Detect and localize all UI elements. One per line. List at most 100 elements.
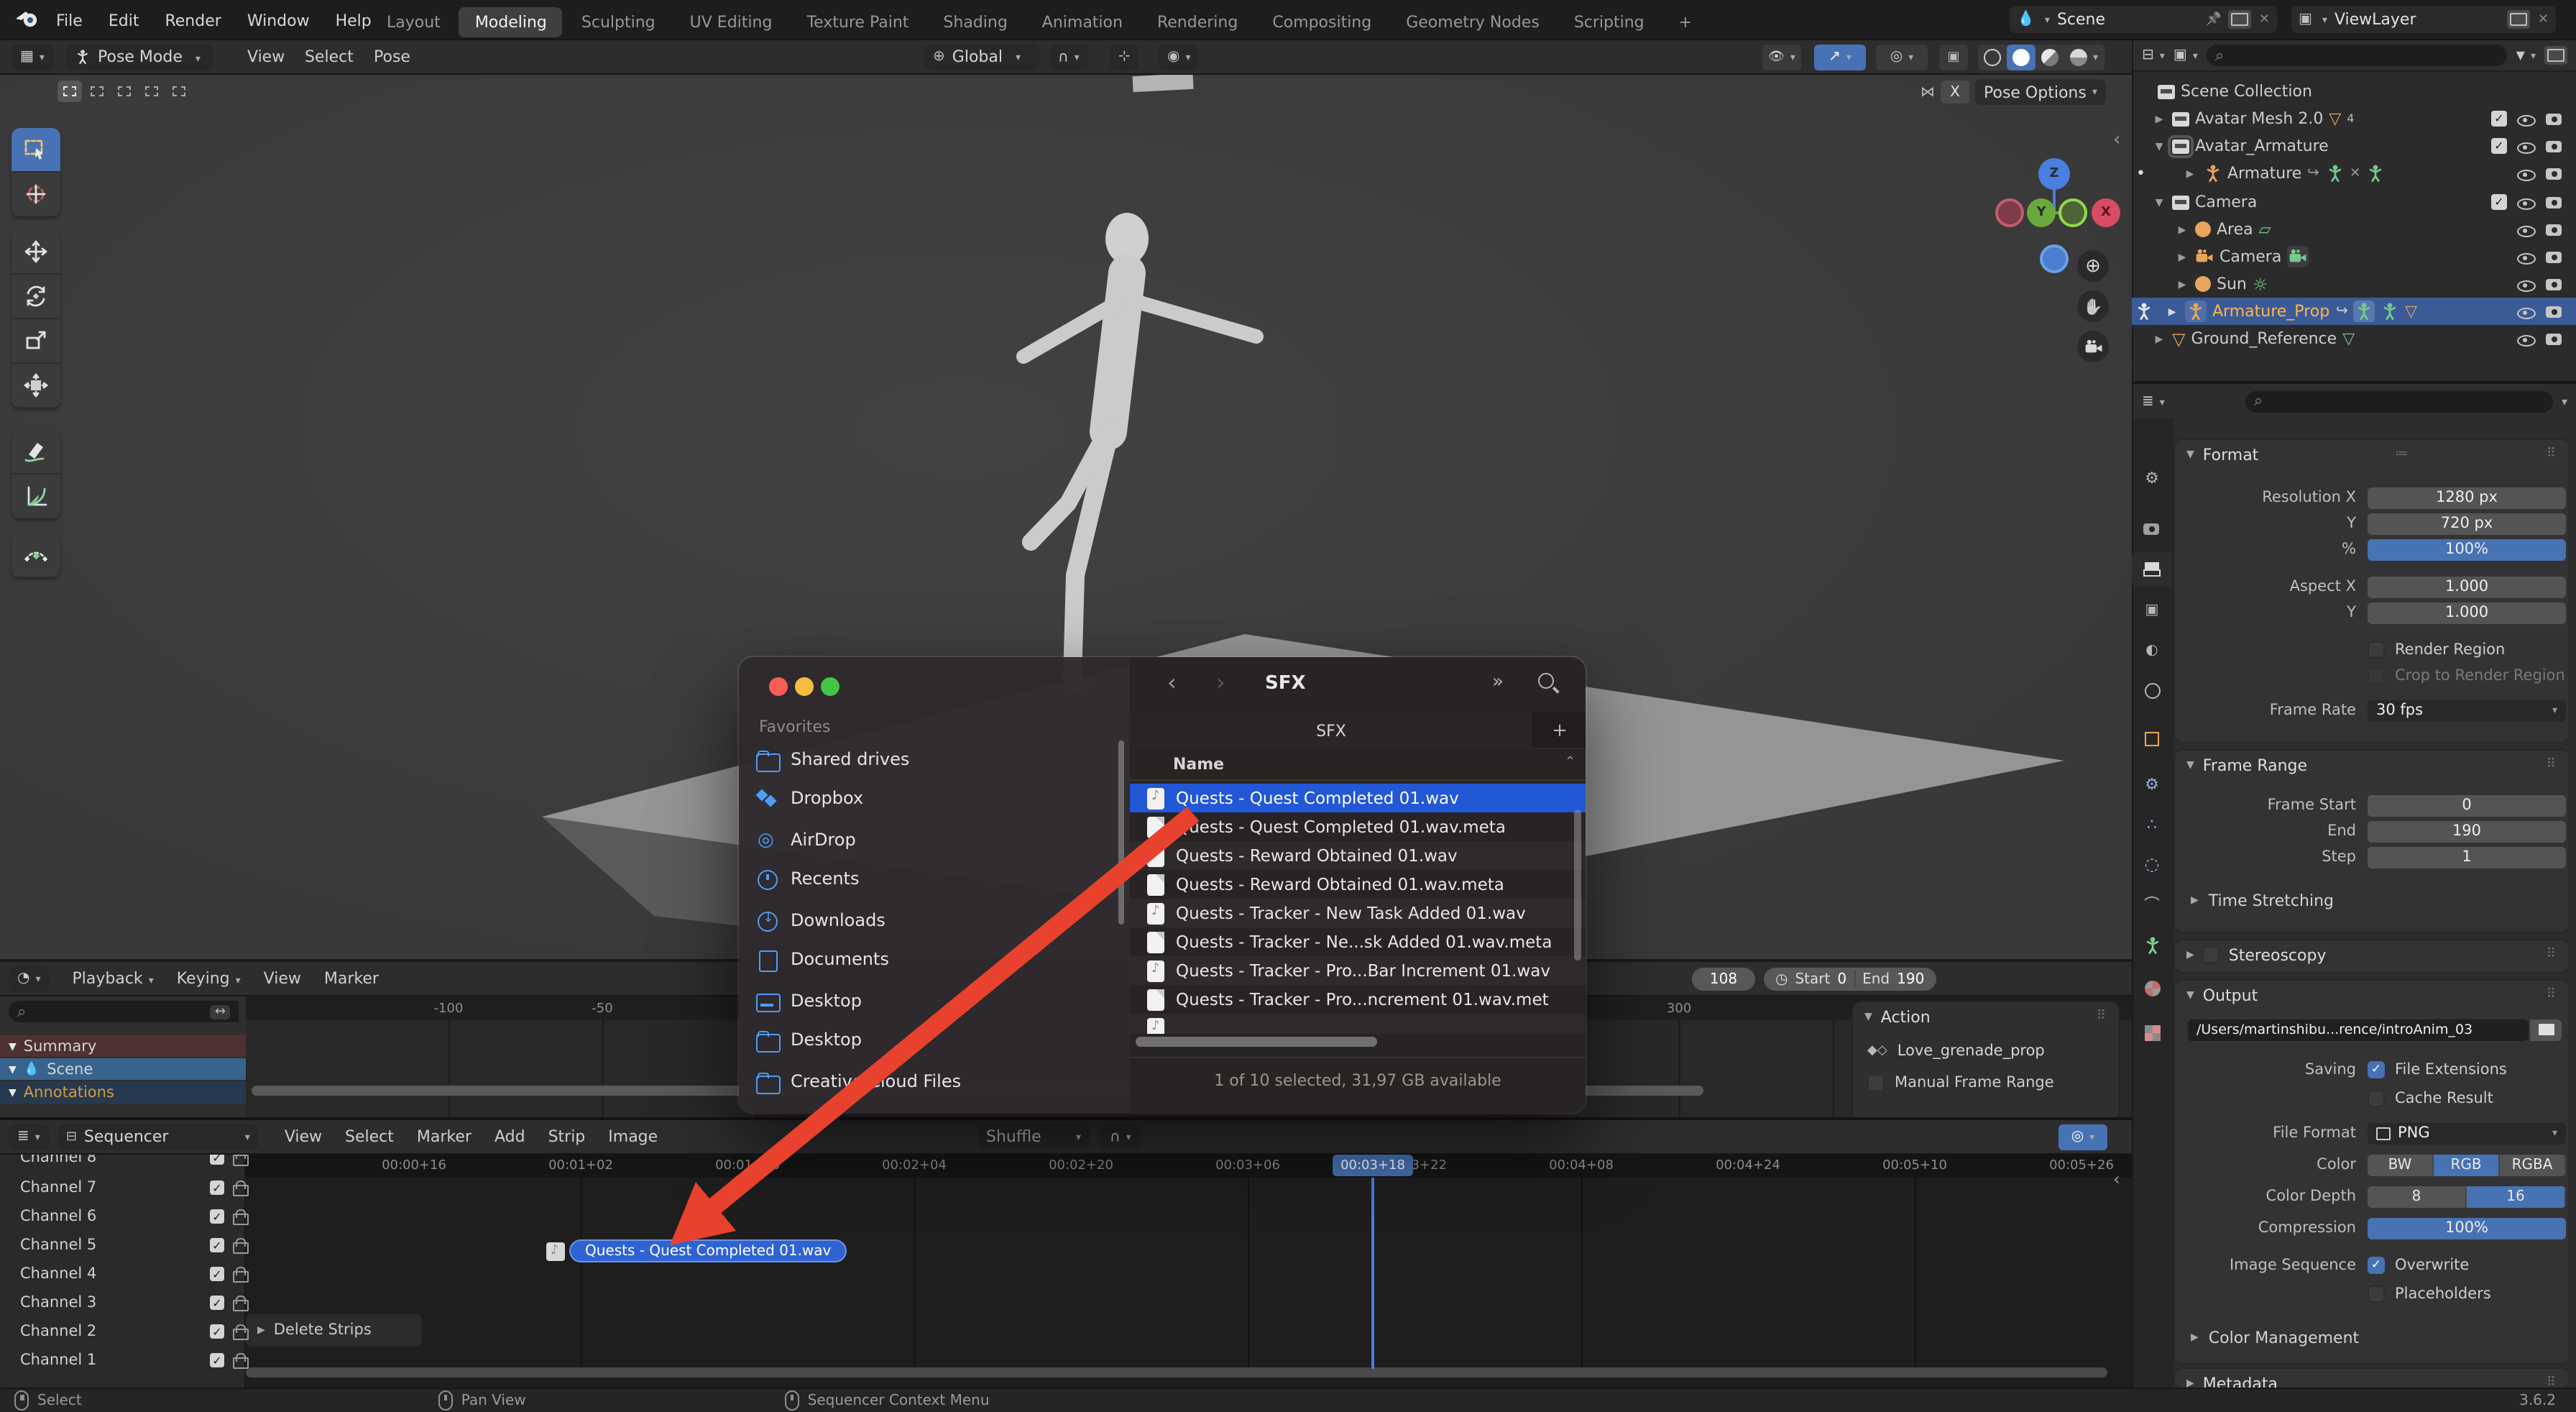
- timeline-menu-view[interactable]: View: [252, 969, 313, 988]
- render-camera-icon[interactable]: [2544, 303, 2564, 318]
- properties-tab-world[interactable]: [2132, 673, 2172, 707]
- render-region-checkbox[interactable]: [2368, 641, 2385, 659]
- grip-icon[interactable]: ⠿: [2547, 948, 2557, 962]
- outliner-search-input[interactable]: [2206, 45, 2508, 66]
- shading-wireframe-button[interactable]: [1978, 45, 2007, 70]
- back-button[interactable]: [1167, 669, 1177, 696]
- mirror-x-toggle[interactable]: X: [1941, 81, 1969, 104]
- sidebar-item-dropbox[interactable]: Dropbox: [756, 782, 1113, 814]
- hide-eye-icon[interactable]: [2516, 165, 2536, 182]
- tool-transform[interactable]: [12, 364, 60, 408]
- outliner-row-avatar-mesh[interactable]: Avatar Mesh 2.0 4: [2132, 105, 2576, 132]
- frame-start-field[interactable]: 0: [2368, 794, 2566, 816]
- time-stretching-subpanel[interactable]: Time Stretching: [2191, 889, 2550, 912]
- channel-lock-icon[interactable]: [233, 1266, 249, 1282]
- properties-options-dropdown[interactable]: [2562, 395, 2567, 408]
- outliner-row-armature-prop[interactable]: Armature_Prop: [2132, 298, 2576, 325]
- keying-menu[interactable]: Keying: [165, 969, 252, 988]
- minimize-button[interactable]: [795, 677, 814, 696]
- file-row[interactable]: Quests - Quest Completed 01.wav.meta: [1130, 812, 1586, 841]
- file-row[interactable]: Quests - Tracker - New Task Added 01.wav: [1130, 899, 1586, 927]
- editor-type-sequencer-icon[interactable]: [9, 1124, 49, 1150]
- channel-mute-checkbox[interactable]: [210, 1296, 224, 1310]
- start-field[interactable]: 0: [1837, 971, 1846, 987]
- playhead-line[interactable]: [1371, 1178, 1374, 1369]
- render-camera-icon[interactable]: [2544, 330, 2564, 346]
- channel-5[interactable]: Channel 5: [0, 1231, 249, 1260]
- channel-lock-icon[interactable]: [233, 1352, 249, 1368]
- tool-box-select[interactable]: [12, 128, 60, 173]
- aspect-y-field[interactable]: 1.000: [2368, 602, 2566, 623]
- menu-edit[interactable]: Edit: [96, 11, 152, 29]
- depth-16-button[interactable]: 16: [2467, 1186, 2566, 1207]
- add-workspace-button[interactable]: +: [1663, 6, 1708, 37]
- tool-scale[interactable]: [12, 319, 60, 364]
- stereoscopy-checkbox[interactable]: [2202, 946, 2220, 963]
- compression-slider[interactable]: 100%: [2368, 1217, 2566, 1239]
- sidebar-collapse-chevron[interactable]: [2113, 129, 2120, 151]
- channel-3[interactable]: Channel 3: [0, 1288, 249, 1317]
- sidebar-item-desktop-folder[interactable]: Desktop: [756, 1024, 1113, 1055]
- sequencer-display-dropdown[interactable]: Sequencer: [57, 1124, 259, 1150]
- color-rgba-button[interactable]: RGBA: [2500, 1154, 2566, 1175]
- color-bw-button[interactable]: BW: [2368, 1154, 2434, 1175]
- outliner-filter-icon[interactable]: [2516, 49, 2536, 62]
- color-rgb-button[interactable]: RGB: [2434, 1154, 2500, 1175]
- properties-tab-texture[interactable]: [2132, 1015, 2172, 1050]
- hide-eye-icon[interactable]: [2516, 137, 2536, 155]
- properties-tab-physics[interactable]: [2132, 847, 2172, 881]
- properties-tab-particles[interactable]: [2132, 807, 2172, 841]
- zoom-button-macos[interactable]: [821, 677, 840, 696]
- crop-region-checkbox[interactable]: [2368, 667, 2385, 684]
- grip-icon[interactable]: ⠿: [2097, 1009, 2107, 1024]
- seq-sidebar-chevron[interactable]: [2113, 1169, 2120, 1189]
- sidebar-item-documents[interactable]: Documents: [756, 943, 1113, 975]
- render-camera-icon[interactable]: [2544, 193, 2564, 209]
- channel-4[interactable]: Channel 4: [0, 1260, 249, 1288]
- select-mode-new-icon[interactable]: [58, 81, 82, 102]
- playhead-label[interactable]: 00:03+18: [1333, 1155, 1413, 1176]
- file-row-partial[interactable]: [1130, 1014, 1586, 1034]
- playback-menu[interactable]: Playback: [61, 969, 165, 988]
- seq-menu-view[interactable]: View: [273, 1127, 334, 1146]
- resolution-x-field[interactable]: 1280 px: [2368, 487, 2566, 508]
- mode-dropdown[interactable]: Pose Mode: [66, 44, 213, 70]
- action-panel-header[interactable]: Action⠿: [1853, 1002, 2119, 1031]
- pin-icon[interactable]: [2205, 12, 2221, 27]
- outliner-filter-type-dropdown[interactable]: [2174, 47, 2198, 63]
- sidebar-item-shared-drives[interactable]: Shared drives: [756, 743, 1113, 775]
- frame-rate-dropdown[interactable]: 30 fps: [2368, 700, 2566, 721]
- file-row[interactable]: Quests - Tracker - Pro...Bar Increment 0…: [1130, 956, 1586, 985]
- sidebar-item-desktop[interactable]: Desktop: [756, 985, 1113, 1017]
- hide-eye-icon[interactable]: [2516, 221, 2536, 238]
- end-field[interactable]: 190: [1897, 971, 1924, 987]
- workspace-tab-rendering[interactable]: Rendering: [1141, 6, 1254, 37]
- channel-mute-checkbox[interactable]: [210, 1324, 224, 1339]
- object-visibility-dropdown[interactable]: [1762, 44, 1801, 70]
- sequencer-hscrollbar[interactable]: [246, 1367, 2107, 1377]
- seq-menu-marker[interactable]: Marker: [405, 1127, 483, 1146]
- file-row[interactable]: Quests - Quest Completed 01.wav: [1130, 784, 1586, 812]
- workspace-tab-modeling[interactable]: Modeling: [459, 6, 563, 37]
- outliner-row-area-light[interactable]: Area: [2132, 216, 2576, 243]
- properties-tab-tool[interactable]: [2132, 460, 2172, 495]
- timeline-menu-marker[interactable]: Marker: [313, 969, 390, 988]
- placeholders-checkbox[interactable]: [2368, 1285, 2385, 1303]
- file-row[interactable]: Quests - Tracker - Ne...sk Added 01.wav.…: [1130, 927, 1586, 956]
- list-hscrollbar[interactable]: [1136, 1037, 1377, 1047]
- file-row[interactable]: Quests - Tracker - Pro...ncrement 01.wav…: [1130, 985, 1586, 1014]
- hide-eye-icon[interactable]: [2516, 110, 2536, 127]
- scene-name[interactable]: Scene: [2057, 10, 2199, 29]
- sidebar-item-creative-cloud[interactable]: Creative Cloud Files: [756, 1065, 1113, 1097]
- exclude-checkbox[interactable]: [2491, 110, 2507, 126]
- new-viewlayer-icon[interactable]: [2507, 10, 2531, 29]
- exclude-checkbox[interactable]: [2491, 137, 2507, 153]
- tool-measure[interactable]: [12, 475, 60, 519]
- depth-8-button[interactable]: 8: [2368, 1186, 2467, 1207]
- file-row[interactable]: Quests - Reward Obtained 01.wav.meta: [1130, 870, 1586, 899]
- gizmo-y-neg-axis[interactable]: [2058, 198, 2087, 227]
- hide-eye-icon[interactable]: [2516, 248, 2536, 265]
- select-mode-intersect-icon[interactable]: [167, 81, 191, 102]
- scene-icon[interactable]: [2017, 12, 2050, 27]
- hide-eye-icon[interactable]: [2516, 330, 2536, 347]
